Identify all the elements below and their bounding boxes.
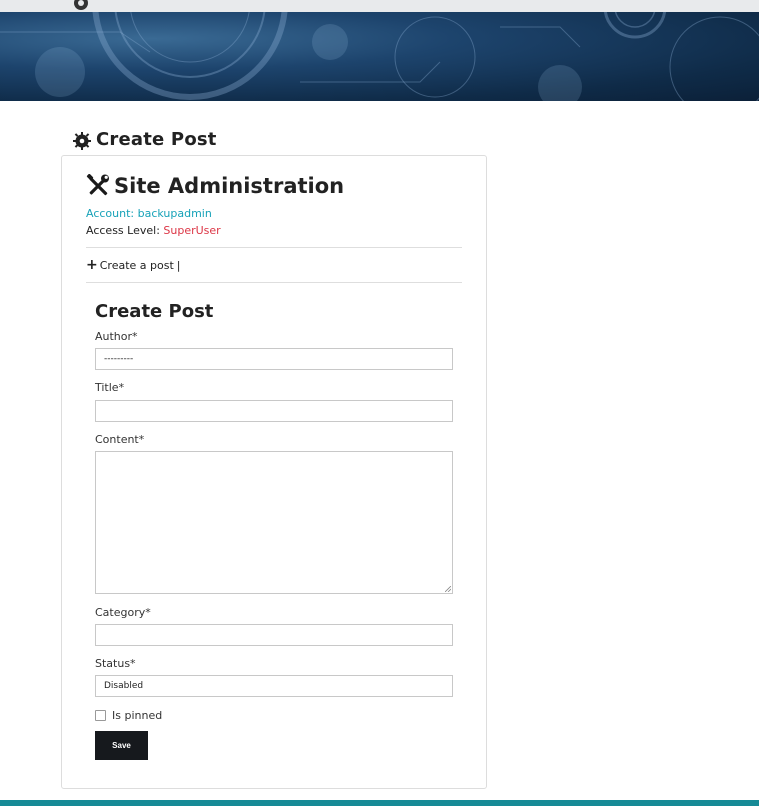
- title-label: Title*: [95, 381, 125, 394]
- author-select[interactable]: ---------: [95, 348, 453, 370]
- divider: [86, 247, 462, 248]
- title-input[interactable]: [95, 400, 453, 422]
- access-level-line: Access Level: SuperUser: [86, 224, 221, 237]
- admin-heading-row: Site Administration: [86, 174, 344, 198]
- status-select[interactable]: Disabled: [95, 675, 453, 697]
- status-label: Status*: [95, 657, 136, 670]
- form-heading: Create Post: [95, 301, 214, 322]
- gear-icon: [73, 131, 91, 150]
- tools-icon: [86, 174, 109, 196]
- access-level-value: SuperUser: [163, 224, 221, 237]
- footer-bar: [0, 800, 759, 806]
- category-select[interactable]: [95, 624, 453, 646]
- account-link[interactable]: Account: backupadmin: [86, 207, 212, 220]
- page-title: Create Post: [96, 128, 217, 150]
- top-navbar: [0, 0, 759, 12]
- pinned-checkbox[interactable]: [95, 710, 106, 721]
- category-label: Category*: [95, 606, 151, 619]
- header-banner: [0, 12, 759, 101]
- pinned-label: Is pinned: [112, 709, 163, 722]
- pinned-row: Is pinned: [95, 709, 162, 722]
- content-label: Content*: [95, 433, 145, 446]
- author-label: Author*: [95, 330, 138, 343]
- admin-card: Site Administration Account: backupadmin…: [61, 155, 487, 789]
- content-textarea[interactable]: [95, 451, 453, 594]
- save-button[interactable]: Save: [95, 731, 148, 760]
- nav-separator: |: [176, 259, 181, 272]
- create-post-link[interactable]: Create a post: [100, 259, 174, 272]
- admin-heading: Site Administration: [114, 174, 345, 198]
- divider: [86, 282, 462, 283]
- admin-nav: + Create a post |: [86, 257, 181, 273]
- resize-handle-icon[interactable]: [445, 586, 451, 592]
- access-level-label: Access Level:: [86, 224, 164, 237]
- site-logo-icon[interactable]: [73, 0, 89, 11]
- plus-icon: +: [86, 257, 98, 273]
- page-title-row: Create Post: [73, 128, 217, 150]
